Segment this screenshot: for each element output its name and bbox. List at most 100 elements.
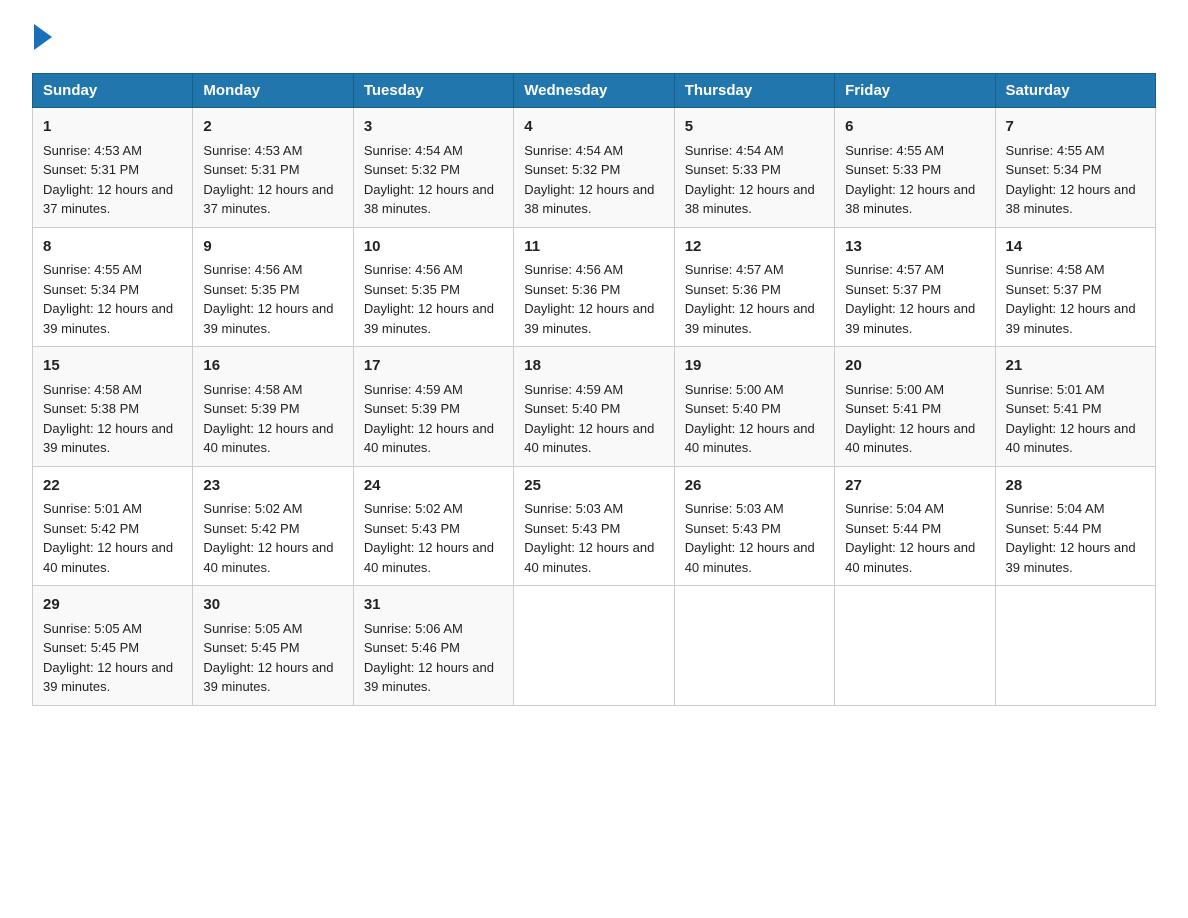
day-info: Sunrise: 5:04 AMSunset: 5:44 PMDaylight:… <box>845 501 975 575</box>
calendar-cell: 7 Sunrise: 4:55 AMSunset: 5:34 PMDayligh… <box>995 108 1155 228</box>
day-info: Sunrise: 5:00 AMSunset: 5:41 PMDaylight:… <box>845 382 975 456</box>
calendar-cell: 9 Sunrise: 4:56 AMSunset: 5:35 PMDayligh… <box>193 227 353 347</box>
calendar-week-row: 1 Sunrise: 4:53 AMSunset: 5:31 PMDayligh… <box>33 108 1156 228</box>
day-number: 27 <box>845 475 984 498</box>
calendar-cell: 11 Sunrise: 4:56 AMSunset: 5:36 PMDaylig… <box>514 227 674 347</box>
day-info: Sunrise: 5:02 AMSunset: 5:42 PMDaylight:… <box>203 501 333 575</box>
calendar-cell: 21 Sunrise: 5:01 AMSunset: 5:41 PMDaylig… <box>995 347 1155 467</box>
logo <box>32 24 52 55</box>
calendar-cell: 18 Sunrise: 4:59 AMSunset: 5:40 PMDaylig… <box>514 347 674 467</box>
day-number: 12 <box>685 236 824 259</box>
day-info: Sunrise: 5:03 AMSunset: 5:43 PMDaylight:… <box>685 501 815 575</box>
calendar-cell: 17 Sunrise: 4:59 AMSunset: 5:39 PMDaylig… <box>353 347 513 467</box>
calendar-cell: 27 Sunrise: 5:04 AMSunset: 5:44 PMDaylig… <box>835 466 995 586</box>
day-number: 1 <box>43 116 182 139</box>
day-info: Sunrise: 4:55 AMSunset: 5:33 PMDaylight:… <box>845 143 975 217</box>
day-number: 6 <box>845 116 984 139</box>
calendar-cell: 12 Sunrise: 4:57 AMSunset: 5:36 PMDaylig… <box>674 227 834 347</box>
calendar-cell <box>835 586 995 706</box>
col-header-thursday: Thursday <box>674 74 834 108</box>
calendar-cell: 26 Sunrise: 5:03 AMSunset: 5:43 PMDaylig… <box>674 466 834 586</box>
day-number: 25 <box>524 475 663 498</box>
col-header-friday: Friday <box>835 74 995 108</box>
day-info: Sunrise: 4:59 AMSunset: 5:40 PMDaylight:… <box>524 382 654 456</box>
day-number: 31 <box>364 594 503 617</box>
day-number: 15 <box>43 355 182 378</box>
header-row: SundayMondayTuesdayWednesdayThursdayFrid… <box>33 74 1156 108</box>
day-number: 17 <box>364 355 503 378</box>
calendar-cell: 13 Sunrise: 4:57 AMSunset: 5:37 PMDaylig… <box>835 227 995 347</box>
day-number: 14 <box>1006 236 1145 259</box>
day-info: Sunrise: 4:58 AMSunset: 5:38 PMDaylight:… <box>43 382 173 456</box>
day-info: Sunrise: 4:58 AMSunset: 5:39 PMDaylight:… <box>203 382 333 456</box>
day-info: Sunrise: 4:57 AMSunset: 5:37 PMDaylight:… <box>845 262 975 336</box>
day-info: Sunrise: 5:03 AMSunset: 5:43 PMDaylight:… <box>524 501 654 575</box>
day-info: Sunrise: 4:56 AMSunset: 5:35 PMDaylight:… <box>364 262 494 336</box>
day-info: Sunrise: 5:06 AMSunset: 5:46 PMDaylight:… <box>364 621 494 695</box>
day-info: Sunrise: 4:56 AMSunset: 5:35 PMDaylight:… <box>203 262 333 336</box>
day-number: 3 <box>364 116 503 139</box>
day-info: Sunrise: 5:05 AMSunset: 5:45 PMDaylight:… <box>43 621 173 695</box>
calendar-cell: 3 Sunrise: 4:54 AMSunset: 5:32 PMDayligh… <box>353 108 513 228</box>
col-header-tuesday: Tuesday <box>353 74 513 108</box>
calendar-cell: 4 Sunrise: 4:54 AMSunset: 5:32 PMDayligh… <box>514 108 674 228</box>
day-number: 20 <box>845 355 984 378</box>
day-number: 24 <box>364 475 503 498</box>
day-number: 10 <box>364 236 503 259</box>
calendar-cell <box>514 586 674 706</box>
day-number: 30 <box>203 594 342 617</box>
calendar-cell: 23 Sunrise: 5:02 AMSunset: 5:42 PMDaylig… <box>193 466 353 586</box>
day-info: Sunrise: 4:58 AMSunset: 5:37 PMDaylight:… <box>1006 262 1136 336</box>
day-info: Sunrise: 4:55 AMSunset: 5:34 PMDaylight:… <box>1006 143 1136 217</box>
calendar-table: SundayMondayTuesdayWednesdayThursdayFrid… <box>32 73 1156 706</box>
day-info: Sunrise: 4:57 AMSunset: 5:36 PMDaylight:… <box>685 262 815 336</box>
calendar-cell: 16 Sunrise: 4:58 AMSunset: 5:39 PMDaylig… <box>193 347 353 467</box>
day-info: Sunrise: 4:54 AMSunset: 5:32 PMDaylight:… <box>364 143 494 217</box>
calendar-week-row: 22 Sunrise: 5:01 AMSunset: 5:42 PMDaylig… <box>33 466 1156 586</box>
col-header-wednesday: Wednesday <box>514 74 674 108</box>
day-info: Sunrise: 5:01 AMSunset: 5:42 PMDaylight:… <box>43 501 173 575</box>
day-number: 8 <box>43 236 182 259</box>
calendar-cell: 28 Sunrise: 5:04 AMSunset: 5:44 PMDaylig… <box>995 466 1155 586</box>
day-info: Sunrise: 4:54 AMSunset: 5:32 PMDaylight:… <box>524 143 654 217</box>
col-header-sunday: Sunday <box>33 74 193 108</box>
col-header-saturday: Saturday <box>995 74 1155 108</box>
day-info: Sunrise: 5:05 AMSunset: 5:45 PMDaylight:… <box>203 621 333 695</box>
page-header <box>32 24 1156 55</box>
day-info: Sunrise: 5:01 AMSunset: 5:41 PMDaylight:… <box>1006 382 1136 456</box>
calendar-cell: 6 Sunrise: 4:55 AMSunset: 5:33 PMDayligh… <box>835 108 995 228</box>
calendar-cell: 1 Sunrise: 4:53 AMSunset: 5:31 PMDayligh… <box>33 108 193 228</box>
calendar-cell: 14 Sunrise: 4:58 AMSunset: 5:37 PMDaylig… <box>995 227 1155 347</box>
day-info: Sunrise: 4:54 AMSunset: 5:33 PMDaylight:… <box>685 143 815 217</box>
day-number: 11 <box>524 236 663 259</box>
calendar-cell: 5 Sunrise: 4:54 AMSunset: 5:33 PMDayligh… <box>674 108 834 228</box>
calendar-cell: 10 Sunrise: 4:56 AMSunset: 5:35 PMDaylig… <box>353 227 513 347</box>
day-info: Sunrise: 4:53 AMSunset: 5:31 PMDaylight:… <box>43 143 173 217</box>
day-number: 18 <box>524 355 663 378</box>
calendar-cell: 30 Sunrise: 5:05 AMSunset: 5:45 PMDaylig… <box>193 586 353 706</box>
day-number: 22 <box>43 475 182 498</box>
calendar-cell: 24 Sunrise: 5:02 AMSunset: 5:43 PMDaylig… <box>353 466 513 586</box>
day-info: Sunrise: 5:04 AMSunset: 5:44 PMDaylight:… <box>1006 501 1136 575</box>
calendar-week-row: 15 Sunrise: 4:58 AMSunset: 5:38 PMDaylig… <box>33 347 1156 467</box>
day-number: 23 <box>203 475 342 498</box>
calendar-cell: 15 Sunrise: 4:58 AMSunset: 5:38 PMDaylig… <box>33 347 193 467</box>
calendar-cell: 31 Sunrise: 5:06 AMSunset: 5:46 PMDaylig… <box>353 586 513 706</box>
day-number: 7 <box>1006 116 1145 139</box>
day-info: Sunrise: 4:53 AMSunset: 5:31 PMDaylight:… <box>203 143 333 217</box>
calendar-cell: 8 Sunrise: 4:55 AMSunset: 5:34 PMDayligh… <box>33 227 193 347</box>
day-info: Sunrise: 5:02 AMSunset: 5:43 PMDaylight:… <box>364 501 494 575</box>
day-info: Sunrise: 4:56 AMSunset: 5:36 PMDaylight:… <box>524 262 654 336</box>
day-number: 13 <box>845 236 984 259</box>
day-number: 16 <box>203 355 342 378</box>
calendar-cell: 29 Sunrise: 5:05 AMSunset: 5:45 PMDaylig… <box>33 586 193 706</box>
calendar-cell <box>674 586 834 706</box>
calendar-cell: 25 Sunrise: 5:03 AMSunset: 5:43 PMDaylig… <box>514 466 674 586</box>
day-number: 4 <box>524 116 663 139</box>
calendar-cell: 20 Sunrise: 5:00 AMSunset: 5:41 PMDaylig… <box>835 347 995 467</box>
day-number: 28 <box>1006 475 1145 498</box>
day-number: 5 <box>685 116 824 139</box>
day-info: Sunrise: 5:00 AMSunset: 5:40 PMDaylight:… <box>685 382 815 456</box>
logo-triangle-icon <box>34 24 52 50</box>
day-info: Sunrise: 4:55 AMSunset: 5:34 PMDaylight:… <box>43 262 173 336</box>
